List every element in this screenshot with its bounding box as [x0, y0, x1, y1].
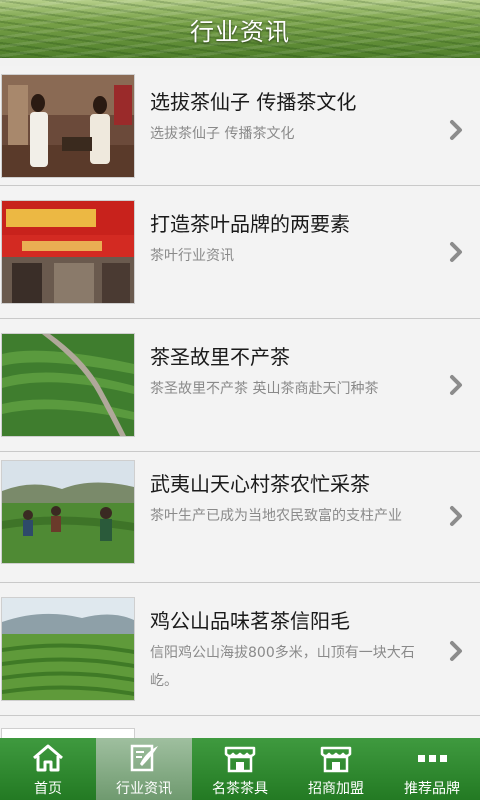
hillside-tea-garden-photo	[1, 597, 135, 701]
chevron-right-icon	[450, 375, 462, 395]
header-bar: 行业资讯	[0, 0, 480, 58]
bottom-tab-bar: 首页 行业资讯 名茶茶具 招商加盟 推荐品牌	[0, 738, 480, 800]
article-summary: 选拔茶仙子 传播茶文化	[150, 126, 295, 142]
tea-ceremony-photo	[1, 74, 135, 178]
shop-icon	[224, 746, 256, 773]
home-icon	[33, 744, 63, 772]
tab-label: 推荐品牌	[404, 781, 460, 797]
article-title: 选拔茶仙子 传播茶文化	[150, 90, 357, 114]
article-title: 武夷山天心村茶农忙采茶	[150, 472, 370, 496]
article-summary: 信阳鸡公山海拔800多米，山顶有一块大石屹。	[150, 645, 415, 689]
article-summary: 茶叶生产已成为当地农民致富的支柱产业	[150, 508, 402, 524]
article-summary: 茶叶行业资讯	[150, 248, 234, 264]
article-title: 鸡公山品味茗茶信阳毛	[150, 609, 350, 633]
list-item[interactable]: 打造茶叶品牌的两要素 茶叶行业资讯	[0, 186, 480, 319]
tab-label: 名茶茶具	[212, 781, 268, 797]
tea-shop-storefront-photo	[1, 200, 135, 304]
chevron-right-icon	[450, 506, 462, 526]
chevron-right-icon	[450, 242, 462, 262]
list-item[interactable]: 选拔茶仙子 传播茶文化 选拔茶仙子 传播茶文化	[0, 66, 480, 186]
tab-label: 行业资讯	[116, 781, 172, 797]
news-list: 选拔茶仙子 传播茶文化 选拔茶仙子 传播茶文化 打造茶叶品牌的两要素 茶叶行业资…	[0, 58, 480, 738]
shop-icon	[320, 746, 352, 773]
chevron-right-icon	[450, 641, 462, 661]
news-icon	[130, 744, 158, 772]
article-title: 茶圣故里不产茶	[150, 345, 290, 369]
article-thumbnail	[1, 728, 135, 738]
list-item[interactable]: 茶圣故里不产茶 茶圣故里不产茶 英山茶商赴天门种茶	[0, 319, 480, 452]
tab-recommended-brands[interactable]: 推荐品牌	[384, 738, 480, 800]
tab-franchise[interactable]: 招商加盟	[288, 738, 384, 800]
tab-label: 首页	[34, 781, 62, 797]
page-title: 行业资讯	[190, 17, 290, 46]
tab-home[interactable]: 首页	[0, 738, 96, 800]
article-summary: 茶圣故里不产茶 英山茶商赴天门种茶	[150, 381, 379, 397]
tab-label: 招商加盟	[308, 781, 364, 797]
tea-pickers-photo	[1, 460, 135, 564]
tea-plantation-photo	[1, 333, 135, 437]
tab-news[interactable]: 行业资讯	[96, 738, 192, 800]
more-icon	[418, 755, 447, 762]
list-item[interactable]: 武夷山天心村茶农忙采茶 茶叶生产已成为当地农民致富的支柱产业	[0, 452, 480, 583]
list-item[interactable]: 鸡公山品味茗茶信阳毛 信阳鸡公山海拔800多米，山顶有一块大石屹。	[0, 583, 480, 716]
article-title: 打造茶叶品牌的两要素	[150, 212, 350, 236]
list-item[interactable]	[0, 716, 480, 738]
tab-famous-tea[interactable]: 名茶茶具	[192, 738, 288, 800]
chevron-right-icon	[450, 120, 462, 140]
